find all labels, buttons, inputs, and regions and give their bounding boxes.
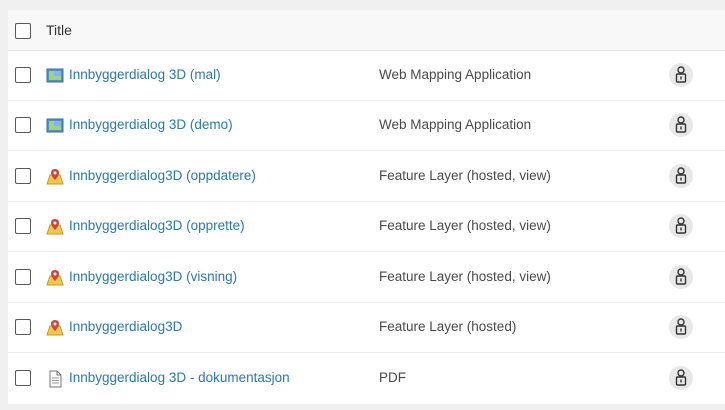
row-checkbox[interactable] <box>15 218 31 234</box>
item-type: Feature Layer (hosted, view) <box>379 269 551 284</box>
person-lock-icon <box>675 268 687 285</box>
row-checkbox[interactable] <box>15 319 31 335</box>
row-checkbox[interactable] <box>15 269 31 285</box>
web-map-app-icon <box>46 117 64 135</box>
row-checkbox[interactable] <box>15 67 31 83</box>
person-lock-icon <box>675 167 687 184</box>
feature-layer-icon <box>46 218 64 236</box>
item-type: Feature Layer (hosted, view) <box>379 218 551 233</box>
row-checkbox[interactable] <box>15 168 31 184</box>
select-all-checkbox[interactable] <box>15 23 31 39</box>
table-row: Innbyggerdialog3D (oppdatere) Feature La… <box>8 152 725 202</box>
person-lock-icon <box>675 217 687 234</box>
sharing-status-button[interactable] <box>669 214 693 238</box>
sharing-status-button[interactable] <box>669 366 693 390</box>
person-lock-icon <box>675 369 687 386</box>
table-row: Innbyggerdialog 3D (mal) Web Mapping App… <box>8 51 725 101</box>
item-type: Web Mapping Application <box>379 117 532 132</box>
item-title-link[interactable]: Innbyggerdialog 3D (demo) <box>69 117 233 132</box>
sharing-status-button[interactable] <box>669 164 693 188</box>
item-type: Feature Layer (hosted, view) <box>379 168 551 183</box>
feature-layer-icon <box>46 168 64 186</box>
item-type: PDF <box>379 370 406 385</box>
table-row: Innbyggerdialog3D (visning) Feature Laye… <box>8 253 725 303</box>
feature-layer-icon <box>46 319 64 337</box>
item-title-link[interactable]: Innbyggerdialog3D <box>69 319 182 334</box>
row-checkbox[interactable] <box>15 117 31 133</box>
table-row: Innbyggerdialog3D (opprette) Feature Lay… <box>8 202 725 252</box>
item-type: Feature Layer (hosted) <box>379 319 517 334</box>
table-header: Title <box>8 10 725 51</box>
item-title-link[interactable]: Innbyggerdialog 3D - dokumentasjon <box>69 370 290 385</box>
item-type: Web Mapping Application <box>379 67 532 82</box>
feature-layer-icon <box>46 269 64 287</box>
sharing-status-button[interactable] <box>669 113 693 137</box>
sharing-status-button[interactable] <box>669 265 693 289</box>
sharing-status-button[interactable] <box>669 315 693 339</box>
item-title-link[interactable]: Innbyggerdialog 3D (mal) <box>69 67 221 82</box>
item-title-link[interactable]: Innbyggerdialog3D (oppdatere) <box>69 168 256 183</box>
item-title-link[interactable]: Innbyggerdialog3D (visning) <box>69 269 237 284</box>
person-lock-icon <box>675 318 687 335</box>
table-row: Innbyggerdialog 3D - dokumentasjon PDF <box>8 354 725 404</box>
table-row: Innbyggerdialog 3D (demo) Web Mapping Ap… <box>8 101 725 151</box>
table-row: Innbyggerdialog3D Feature Layer (hosted) <box>8 303 725 353</box>
item-title-link[interactable]: Innbyggerdialog3D (opprette) <box>69 218 245 233</box>
web-map-app-icon <box>46 67 64 85</box>
person-lock-icon <box>675 66 687 83</box>
sharing-status-button[interactable] <box>669 63 693 87</box>
row-checkbox[interactable] <box>15 370 31 386</box>
items-table: Title Innbyggerdialog 3D (mal) Web Mappi… <box>8 10 725 404</box>
person-lock-icon <box>675 116 687 133</box>
pdf-document-icon <box>46 370 64 388</box>
title-column-header[interactable]: Title <box>46 22 72 38</box>
